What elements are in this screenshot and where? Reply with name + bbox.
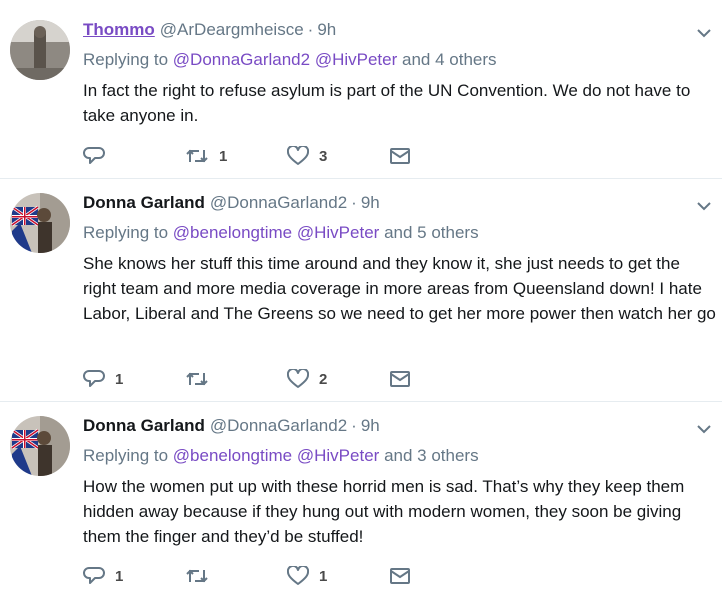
tweet[interactable]: Donna Garland @DonnaGarland2 · 9h Replyi… [0,402,722,595]
separator-dot: · [351,193,357,212]
tweet-time[interactable]: 9h [317,20,336,40]
tweet-time[interactable]: 9h [361,193,380,213]
retweet-count: 1 [219,147,228,165]
retweet-icon [186,569,208,583]
like-button[interactable]: 1 [287,566,389,586]
avatar[interactable] [10,20,70,80]
like-button[interactable]: 2 [287,369,389,389]
like-count: 1 [319,567,328,585]
reply-button[interactable]: 1 [83,566,185,586]
author-handle[interactable]: @ArDeargmheisce [160,20,304,40]
replying-prefix: Replying to [83,50,169,69]
like-button[interactable]: 3 [287,146,389,166]
replying-to: Replying to @benelongtime @HivPeter and … [83,223,479,243]
retweet-icon [186,372,208,386]
direct-message-button[interactable] [389,566,491,586]
direct-message-button[interactable] [389,146,491,166]
reply-mention[interactable]: @HivPeter [315,50,397,69]
reply-icon [83,147,105,164]
like-count: 3 [319,147,328,165]
replying-prefix: Replying to [83,446,169,465]
like-count: 2 [319,370,328,388]
tweet[interactable]: Thommo @ArDeargmheisce · 9h Replying to … [0,0,722,179]
tweet-text: How the women put up with these horrid m… [83,477,685,546]
tweet[interactable]: Donna Garland @DonnaGarland2 · 9h Replyi… [0,179,722,402]
author-name[interactable]: Donna Garland [83,193,205,213]
chevron-down-icon[interactable] [696,25,712,41]
tweet-actions: 1 2 [83,369,491,389]
direct-message-button[interactable] [389,369,491,389]
replying-prefix: Replying to [83,223,169,242]
retweet-icon [186,149,208,163]
separator-dot: · [307,20,314,39]
like-icon [287,369,309,388]
reply-button[interactable] [83,146,185,166]
retweet-button[interactable] [185,369,287,389]
author-name[interactable]: Donna Garland [83,416,205,436]
chevron-down-icon[interactable] [696,421,712,437]
reply-count: 1 [115,567,124,585]
message-icon [390,568,410,584]
separator-dot: · [351,416,357,435]
retweet-button[interactable] [185,566,287,586]
replying-to: Replying to @DonnaGarland2 @HivPeter and… [83,50,497,70]
tweet-time[interactable]: 9h [361,416,380,436]
reply-icon [83,370,105,387]
reply-mention[interactable]: @HivPeter [297,223,379,242]
chevron-down-icon[interactable] [696,198,712,214]
reply-mention[interactable]: @DonnaGarland2 [173,50,310,69]
avatar[interactable] [10,193,70,253]
like-icon [287,146,309,165]
reply-mention[interactable]: @benelongtime [173,446,292,465]
message-icon [390,148,410,164]
reply-others[interactable]: and 4 others [402,50,497,69]
message-icon [390,371,410,387]
author-handle[interactable]: @DonnaGarland2 [210,416,347,436]
author-handle[interactable]: @DonnaGarland2 [210,193,347,213]
like-icon [287,566,309,585]
reply-others[interactable]: and 3 others [384,446,479,465]
tweet-actions: 1 3 [83,146,491,166]
reply-others[interactable]: and 5 others [384,223,479,242]
replying-to: Replying to @benelongtime @HivPeter and … [83,446,479,466]
retweet-button[interactable]: 1 [185,146,287,166]
tweet-actions: 1 1 [83,566,491,586]
tweet-text: In fact the right to refuse asylum is pa… [83,81,691,125]
reply-mention[interactable]: @HivPeter [297,446,379,465]
reply-count: 1 [115,370,124,388]
reply-mention[interactable]: @benelongtime [173,223,292,242]
reply-button[interactable]: 1 [83,369,185,389]
author-name[interactable]: Thommo [83,20,155,40]
tweet-text: She knows her stuff this time around and… [83,254,716,323]
avatar[interactable] [10,416,70,476]
reply-icon [83,567,105,584]
